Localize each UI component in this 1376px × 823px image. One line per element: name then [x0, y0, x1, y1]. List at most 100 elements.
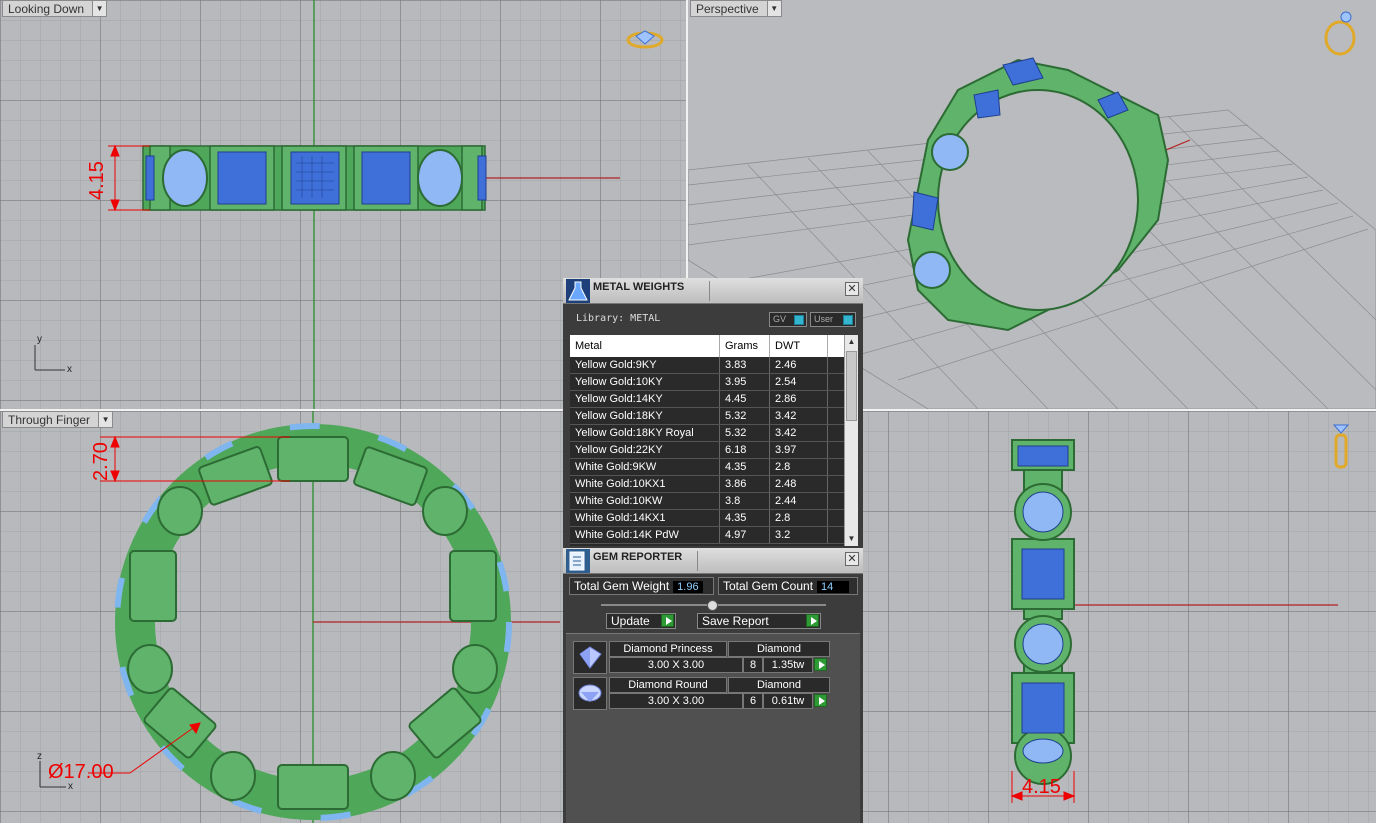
- gem-item-princess[interactable]: Diamond Princess Diamond 3.00 X 3.00 8 1…: [573, 641, 831, 675]
- table-scrollbar[interactable]: ▲ ▼: [844, 335, 858, 546]
- round-diamond-icon: [573, 677, 607, 710]
- viewport-title: Perspective: [696, 2, 759, 16]
- front-height-dimension: 2.70: [90, 442, 112, 481]
- table-row[interactable]: White Gold:9KW 4.35 2.8: [570, 459, 858, 476]
- dwt-cell: 3.42: [770, 425, 828, 441]
- total-gem-weight: Total Gem Weight 1.96: [569, 577, 714, 595]
- axis-x-label: x: [67, 364, 72, 375]
- column-header-metal[interactable]: Metal: [570, 335, 720, 357]
- metal-name-cell: White Gold:14KX1: [570, 510, 720, 526]
- table-body: Yellow Gold:9KY 3.83 2.46 Yellow Gold:10KY 3…: [570, 357, 858, 544]
- total-gem-weight-value: 1.96: [673, 581, 703, 593]
- dwt-cell: 3.42: [770, 408, 828, 424]
- gem-detail-play-icon[interactable]: [814, 694, 827, 707]
- play-icon: [661, 614, 674, 627]
- gem-list: Diamond Princess Diamond 3.00 X 3.00 8 1…: [566, 633, 860, 823]
- total-gem-count-value: 14: [817, 581, 850, 593]
- gem-reporter-panel: GEM REPORTER ✕ Total Gem Weight 1.96 Tota…: [563, 548, 863, 823]
- jewelry-cad-app: 4.15 y x Looking Down ▼ Perspective ▼ 2.…: [0, 0, 1376, 823]
- save-report-button[interactable]: Save Report: [697, 613, 821, 629]
- viewport-label-through-finger[interactable]: Through Finger ▼: [2, 411, 114, 428]
- metal-name-cell: White Gold:10KX1: [570, 476, 720, 492]
- gem-weight: 0.61tw: [763, 693, 813, 709]
- gv-toggle-label: GV: [773, 314, 787, 324]
- table-header: Metal Grams DWT: [570, 335, 858, 357]
- table-row[interactable]: White Gold:10KW 3.8 2.44: [570, 493, 858, 510]
- column-header-grams[interactable]: Grams: [720, 335, 770, 357]
- grams-cell: 3.8: [720, 493, 770, 509]
- table-row[interactable]: Yellow Gold:10KY 3.95 2.54: [570, 374, 858, 391]
- column-header-dwt[interactable]: DWT: [770, 335, 828, 357]
- slider-knob[interactable]: [707, 600, 718, 611]
- metal-name-cell: Yellow Gold:18KY: [570, 408, 720, 424]
- table-row[interactable]: Yellow Gold:14KY 4.45 2.86: [570, 391, 858, 408]
- gem-item-round[interactable]: Diamond Round Diamond 3.00 X 3.00 6 0.61…: [573, 677, 831, 711]
- metal-name-cell: White Gold:9KW: [570, 459, 720, 475]
- user-toggle-label: User: [814, 314, 834, 324]
- gem-size: 3.00 X 3.00: [609, 657, 743, 673]
- gem-count: 8: [743, 657, 763, 673]
- grams-cell: 6.18: [720, 442, 770, 458]
- dwt-cell: 3.2: [770, 527, 828, 543]
- title-divider: [709, 281, 710, 301]
- gem-name: Diamond Princess: [609, 641, 727, 657]
- gem-detail-play-icon[interactable]: [814, 658, 827, 671]
- table-row[interactable]: Yellow Gold:18KY Royal 5.32 3.42: [570, 425, 858, 442]
- scroll-thumb[interactable]: [846, 351, 857, 421]
- close-icon[interactable]: ✕: [845, 552, 859, 566]
- chevron-down-icon[interactable]: ▼: [92, 1, 107, 16]
- table-row[interactable]: White Gold:14KX1 4.35 2.8: [570, 510, 858, 527]
- scroll-up-icon[interactable]: ▲: [845, 335, 858, 349]
- gem-count: 6: [743, 693, 763, 709]
- table-row[interactable]: White Gold:10KX1 3.86 2.48: [570, 476, 858, 493]
- gv-toggle[interactable]: GV: [769, 312, 807, 327]
- table-row[interactable]: Yellow Gold:9KY 3.83 2.46: [570, 357, 858, 374]
- gem-reporter-title-bar[interactable]: GEM REPORTER ✕: [563, 548, 863, 574]
- grams-cell: 4.35: [720, 459, 770, 475]
- dwt-cell: 2.48: [770, 476, 828, 492]
- close-icon[interactable]: ✕: [845, 282, 859, 296]
- scroll-down-icon[interactable]: ▼: [845, 532, 858, 546]
- gem-material: Diamond: [728, 641, 830, 657]
- axis-x-label: x: [68, 781, 73, 792]
- chevron-down-icon[interactable]: ▼: [98, 412, 113, 427]
- metal-weights-title-bar[interactable]: METAL WEIGHTS ✕: [563, 278, 863, 304]
- user-toggle[interactable]: User: [810, 312, 856, 327]
- viewport-label-looking-down[interactable]: Looking Down ▼: [2, 0, 108, 17]
- viewport-title: Looking Down: [8, 2, 85, 16]
- play-icon: [806, 614, 819, 627]
- dwt-cell: 2.86: [770, 391, 828, 407]
- metal-name-cell: Yellow Gold:10KY: [570, 374, 720, 390]
- title-divider: [697, 551, 698, 571]
- table-row[interactable]: Yellow Gold:22KY 6.18 3.97: [570, 442, 858, 459]
- viewport-label-perspective[interactable]: Perspective ▼: [690, 0, 782, 17]
- metal-name-cell: Yellow Gold:18KY Royal: [570, 425, 720, 441]
- axis-z-label: z: [37, 751, 42, 762]
- toggle-knob-icon: [843, 315, 853, 325]
- metal-name-cell: White Gold:14K PdW: [570, 527, 720, 543]
- metal-weights-panel: METAL WEIGHTS ✕ Library: METAL GV User M…: [563, 278, 863, 548]
- update-button[interactable]: Update: [606, 613, 676, 629]
- library-label: Library: METAL: [576, 313, 661, 324]
- gem-weight: 1.35tw: [763, 657, 813, 673]
- metal-weights-table: Metal Grams DWT Yellow Gold:9KY 3.83 2.46 Y…: [570, 335, 858, 546]
- front-diameter-dimension: Ø17.00: [48, 761, 114, 783]
- panel-title: GEM REPORTER: [593, 551, 683, 563]
- dwt-cell: 2.46: [770, 357, 828, 373]
- flask-icon: [566, 279, 590, 303]
- panel-splitter-slider[interactable]: [601, 600, 826, 611]
- viewport-title: Through Finger: [8, 413, 91, 427]
- metal-name-cell: White Gold:10KW: [570, 493, 720, 509]
- dwt-cell: 3.97: [770, 442, 828, 458]
- update-button-label: Update: [611, 614, 650, 628]
- total-gem-count-label: Total Gem Count: [723, 579, 814, 593]
- table-row[interactable]: White Gold:14K PdW 4.97 3.2: [570, 527, 858, 544]
- dwt-cell: 2.8: [770, 510, 828, 526]
- metal-name-cell: Yellow Gold:9KY: [570, 357, 720, 373]
- grams-cell: 5.32: [720, 425, 770, 441]
- chevron-down-icon[interactable]: ▼: [766, 1, 781, 16]
- panel-title: METAL WEIGHTS: [593, 281, 685, 293]
- table-row[interactable]: Yellow Gold:18KY 5.32 3.42: [570, 408, 858, 425]
- grams-cell: 3.86: [720, 476, 770, 492]
- grams-cell: 4.45: [720, 391, 770, 407]
